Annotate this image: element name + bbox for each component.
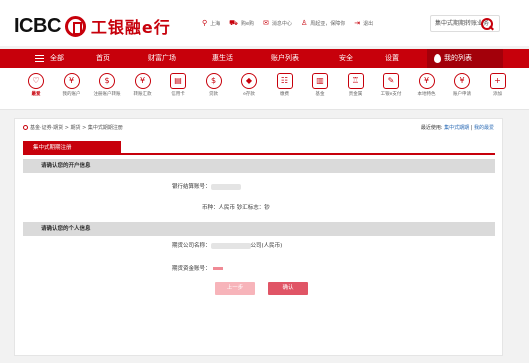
account-number-row: 银行结算账号： [172,182,241,190]
logo-chinese-text: 工银融e行 [90,18,171,37]
futures-account-row: 期货资金账号： [172,264,223,272]
transfer-icon: ¥ [134,73,151,89]
quick-icon-label: 账户申请 [453,92,471,97]
loan-icon: $ [205,73,222,89]
forex-icon: ¥ [418,73,435,89]
company-name-masked [210,242,251,249]
flame-icon [434,54,441,63]
quick-icon-account-apply[interactable]: ¥ 账户申请 [446,73,478,98]
section-personal-info: 请确认您的个人信息 [23,222,495,236]
quick-icon-label: 信用卡 [171,92,185,97]
account-apply-icon: ¥ [454,73,470,89]
quick-icon-work-card[interactable]: ✎ 工银e支付 [375,73,407,98]
company-label: 期货公司名称： [172,243,211,249]
content-panel: 基金·证券·期货 > 期货 > 集中式期期注册 最近使用: 集中式期期 | 我的… [14,118,503,356]
my-list-button[interactable]: 我的列表 [427,49,503,68]
nav-all[interactable]: 全部 [50,49,64,68]
nav-settings[interactable]: 设置 [385,49,399,68]
precious-metal-icon: ♖ [347,73,364,89]
nav-home[interactable]: 首页 [96,49,110,68]
breadcrumb: 基金·证券·期货 > 期货 > 集中式期期注册 [23,124,123,131]
quick-icon-label: 本地特色 [417,92,436,97]
e-deposit-icon: ◆ [241,73,257,89]
quick-icon-register-account[interactable]: $ 注册账户转账 [91,73,123,98]
tab-bar: 集中式期期注册 [23,141,495,155]
quick-icon-transfer[interactable]: ¥ 转账汇款 [127,73,159,98]
quick-icon-label: 最爱 [31,92,41,97]
menu-icon[interactable] [35,55,44,62]
quick-icon-label: 贵金属 [348,92,363,97]
logout-link[interactable]: ⇥ 退出 [354,19,373,28]
quick-icon-label: 基金 [315,92,325,97]
quick-icon-my-account[interactable]: ¥ 我的账户 [56,73,88,98]
register-account-icon: $ [99,73,115,89]
quick-icon-label: 贷款 [209,92,218,97]
nav-security[interactable]: 安全 [339,49,353,68]
quick-icon-precious-metal[interactable]: ♖ 贵金属 [340,73,372,98]
logout-icon: ⇥ [354,19,361,27]
previous-step-button[interactable]: 上一步 [215,282,255,295]
add-icon: + [489,73,506,89]
quick-icon-label: 缴费 [280,92,289,97]
tab-futures-register[interactable]: 集中式期期注册 [23,141,121,155]
icbc-logo[interactable]: ICBC 工银融e行 [14,14,171,38]
fund-icon: ▥ [312,73,328,89]
confirm-button[interactable]: 确认 [268,282,308,295]
futures-account-label: 期货资金账号： [172,266,211,272]
user-icon: ♙ [300,19,308,27]
futures-account-masked [212,267,223,270]
location-icon: ⚲ [202,19,208,27]
quick-icons-row: ♡ 最爱 ¥ 我的账户 $ 注册账户转账 ¥ 转账汇款 ▤ 信用卡 $ 贷款 ◆ e存款 ☷ 缴费 ▥ 基金 ♖ 贵金… [0,68,529,110]
recent-links: 最近使用: 集中式期期 | 我的最爱 [420,125,494,131]
credit-card-icon: ▤ [170,73,186,89]
company-suffix: 公司(人民币) [250,243,283,249]
quick-icon-label: 注册账户转账 [93,92,121,97]
quick-icon-add[interactable]: + 添加 [482,73,514,98]
favorite-icon: ♡ [28,73,44,89]
nav-account-list[interactable]: 账户列表 [271,49,299,68]
my-account-icon: ¥ [63,73,80,89]
quick-icon-label: 添加 [493,92,502,97]
account-number-label: 银行结算账号： [172,184,211,190]
quick-icon-payment[interactable]: ☷ 缴费 [269,73,301,98]
utility-links: ⚲ 上海 ⛟ 购e购 ✉ 消息中心 ♙ 周起亚，保障你 ⇥ 退出 [202,19,382,28]
quick-icon-e-deposit[interactable]: ◆ e存款 [233,73,265,98]
search-icon[interactable] [481,18,493,30]
quick-icon-fund[interactable]: ▥ 基金 [304,73,336,98]
main-nav: 全部 首页 财富广场 惠生活 账户列表 安全 设置 我的列表 [0,49,529,68]
cart-link[interactable]: ⛟ 购e购 [229,19,254,28]
user-link[interactable]: ♙ 周起亚，保障你 [300,19,345,28]
account-number-masked [210,183,241,190]
currency-row: 币种：人民币 钞汇标志：钞 [202,205,270,211]
quick-icon-credit-card[interactable]: ▤ 信用卡 [162,73,194,98]
breadcrumb-home-icon [23,125,28,130]
quick-icon-label: 转账汇款 [133,92,152,97]
icbc-emblem-icon [64,15,86,37]
cart-icon: ⛟ [229,19,238,27]
recent-link-favorites[interactable]: 我的最爱 [474,125,494,131]
company-row: 期货公司名称： 公司(人民币) [172,241,282,249]
nav-wealth-square[interactable]: 财富广场 [148,49,176,68]
quick-icon-label: 工银e支付 [380,92,402,97]
quick-icon-label: 我的账户 [62,92,81,97]
quick-icon-favorite[interactable]: ♡ 最爱 [20,73,52,98]
quick-icon-forex[interactable]: ¥ 本地特色 [411,73,443,98]
quick-icon-loan[interactable]: $ 贷款 [198,73,230,98]
logo-text: ICBC [14,14,61,37]
payment-icon: ☷ [276,73,293,89]
nav-life[interactable]: 惠生活 [212,49,233,68]
recent-link-futures[interactable]: 集中式期期 [444,125,469,131]
message-center-link[interactable]: ✉ 消息中心 [263,19,292,28]
header: ICBC 工银融e行 ⚲ 上海 ⛟ 购e购 ✉ 消息中心 ♙ 周起亚，保障你 ⇥ 退出 集… [0,0,529,46]
mail-icon: ✉ [263,19,269,27]
section-account-info: 请确认您的开户信息 [23,159,495,173]
quick-icon-label: e存款 [243,92,255,97]
location-link[interactable]: ⚲ 上海 [202,19,220,28]
work-card-icon: ✎ [383,73,399,89]
